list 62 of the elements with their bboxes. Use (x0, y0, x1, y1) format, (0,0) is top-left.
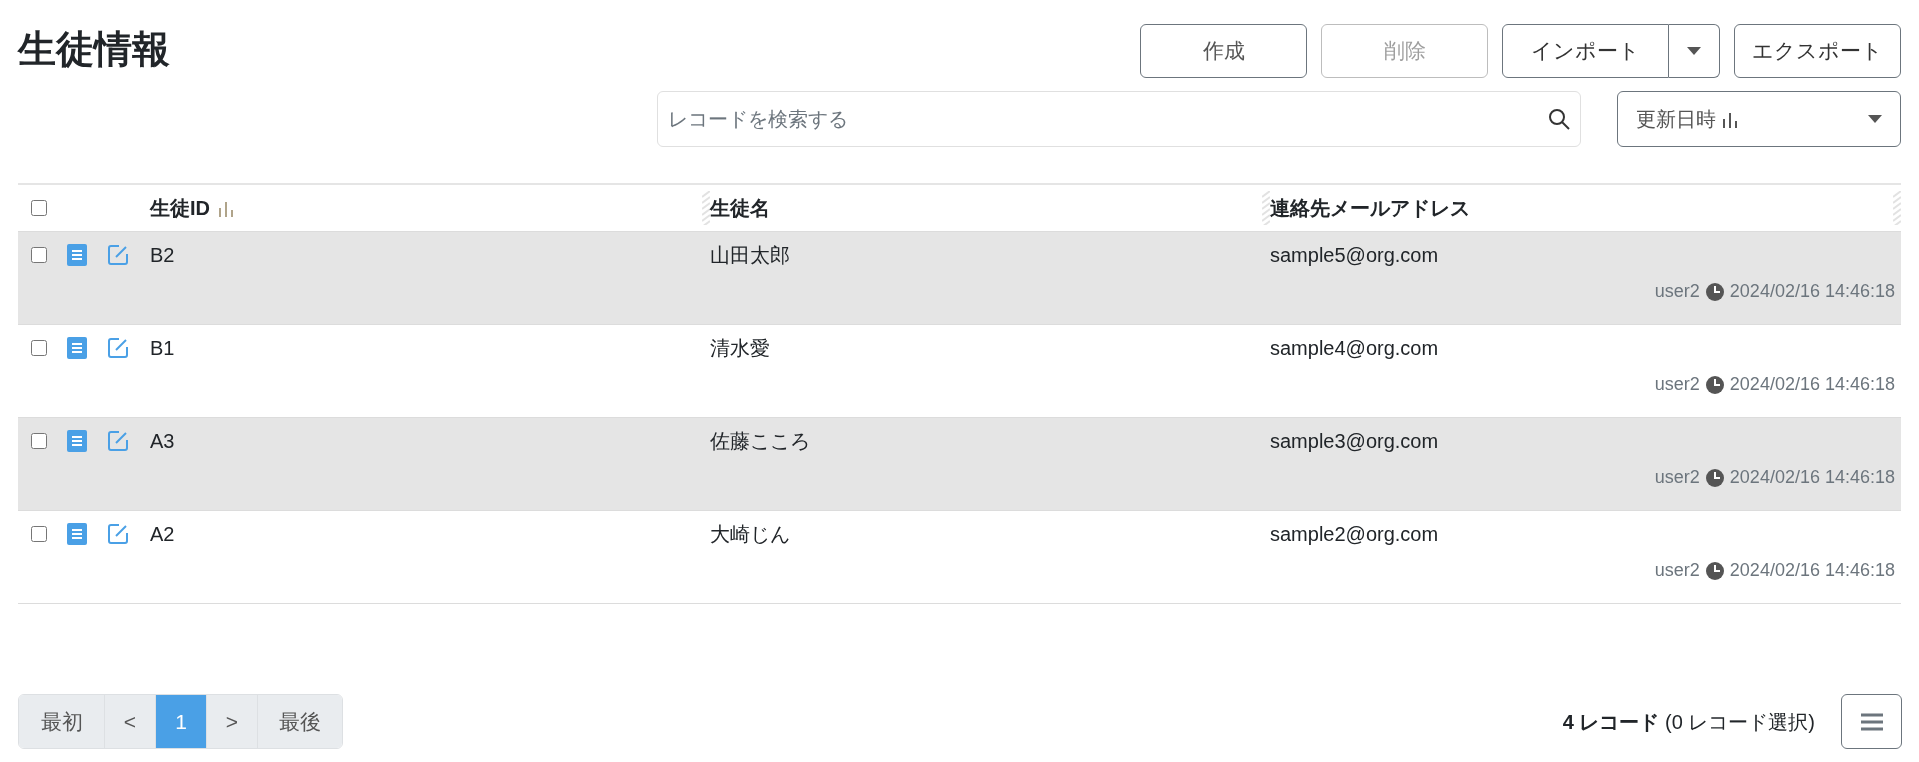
clock-icon (1705, 468, 1724, 487)
updated-time: 2024/02/16 14:46:18 (1729, 466, 1895, 489)
column-header[interactable]: 連絡先メールアドレス (1270, 193, 1470, 223)
table-cell: 山田太郎 (710, 244, 790, 266)
table-row[interactable]: B2 山田太郎 sample5@org.com user2 2024/02/16 14:46:18 (18, 231, 1901, 324)
updated-user: user2 (1654, 559, 1700, 582)
select-all-checkbox[interactable] (31, 200, 47, 216)
clock-icon (1705, 282, 1724, 301)
column-header[interactable]: 生徒ID (150, 193, 234, 223)
updated-time: 2024/02/16 14:46:18 (1729, 280, 1895, 303)
clock-icon (1705, 375, 1724, 394)
caret-icon (1868, 115, 1882, 123)
table-cell: A3 (150, 430, 175, 452)
table-cell: 大崎じん (710, 523, 790, 545)
row-checkbox[interactable] (31, 247, 47, 263)
export-button[interactable]: エクスポート (1734, 24, 1901, 78)
table-cell: sample3@org.com (1270, 430, 1439, 452)
column-header[interactable]: 生徒名 (710, 193, 770, 223)
table-cell: A2 (150, 523, 175, 545)
column-resize-handle[interactable] (1893, 191, 1901, 225)
pagination-button[interactable]: 最後 (257, 695, 342, 748)
document-icon[interactable] (67, 244, 87, 266)
import-dropdown-button[interactable] (1669, 24, 1720, 78)
updated-user: user2 (1654, 280, 1700, 303)
document-icon[interactable] (67, 523, 87, 545)
search-field[interactable]: レコードを検索する (657, 91, 1581, 147)
row-checkbox[interactable] (31, 526, 47, 542)
pagination-button[interactable]: 最初 (19, 695, 104, 748)
column-resize-handle[interactable] (1262, 191, 1270, 225)
clock-icon (1705, 561, 1724, 580)
table-cell: sample2@org.com (1270, 523, 1439, 545)
edit-icon[interactable] (107, 430, 129, 452)
column-resize-handle[interactable] (702, 191, 710, 225)
sort-select[interactable]: 更新日時 (1617, 91, 1901, 147)
pagination-button[interactable]: < (104, 695, 155, 748)
updated-user: user2 (1654, 373, 1700, 396)
updated-user: user2 (1654, 466, 1700, 489)
import-button[interactable]: インポート (1502, 24, 1669, 78)
row-checkbox[interactable] (31, 340, 47, 356)
edit-icon[interactable] (107, 523, 129, 545)
table-cell: sample4@org.com (1270, 337, 1439, 359)
table-cell: 清水愛 (710, 337, 770, 359)
edit-icon[interactable] (107, 337, 129, 359)
row-checkbox[interactable] (31, 433, 47, 449)
caret-icon (1687, 47, 1701, 55)
menu-icon (1860, 712, 1883, 731)
table-cell: B2 (150, 244, 175, 266)
updated-time: 2024/02/16 14:46:18 (1729, 373, 1895, 396)
edit-icon[interactable] (107, 244, 129, 266)
table-cell: 佐藤こころ (710, 430, 810, 452)
document-icon[interactable] (67, 430, 87, 452)
updated-time: 2024/02/16 14:46:18 (1729, 559, 1895, 582)
search-icon (1547, 107, 1571, 131)
pagination-button[interactable]: > (206, 695, 257, 748)
table-cell: B1 (150, 337, 175, 359)
action-button[interactable]: 作成 (1140, 24, 1307, 78)
table-cell: sample5@org.com (1270, 244, 1439, 266)
document-icon[interactable] (67, 337, 87, 359)
record-count: 4 レコード (0 レコード選択) (1562, 709, 1815, 735)
page-title: 生徒情報 (18, 30, 170, 68)
menu-button[interactable] (1841, 694, 1902, 749)
table-row[interactable]: A3 佐藤こころ sample3@org.com user2 2024/02/16 14:46:18 (18, 417, 1901, 510)
